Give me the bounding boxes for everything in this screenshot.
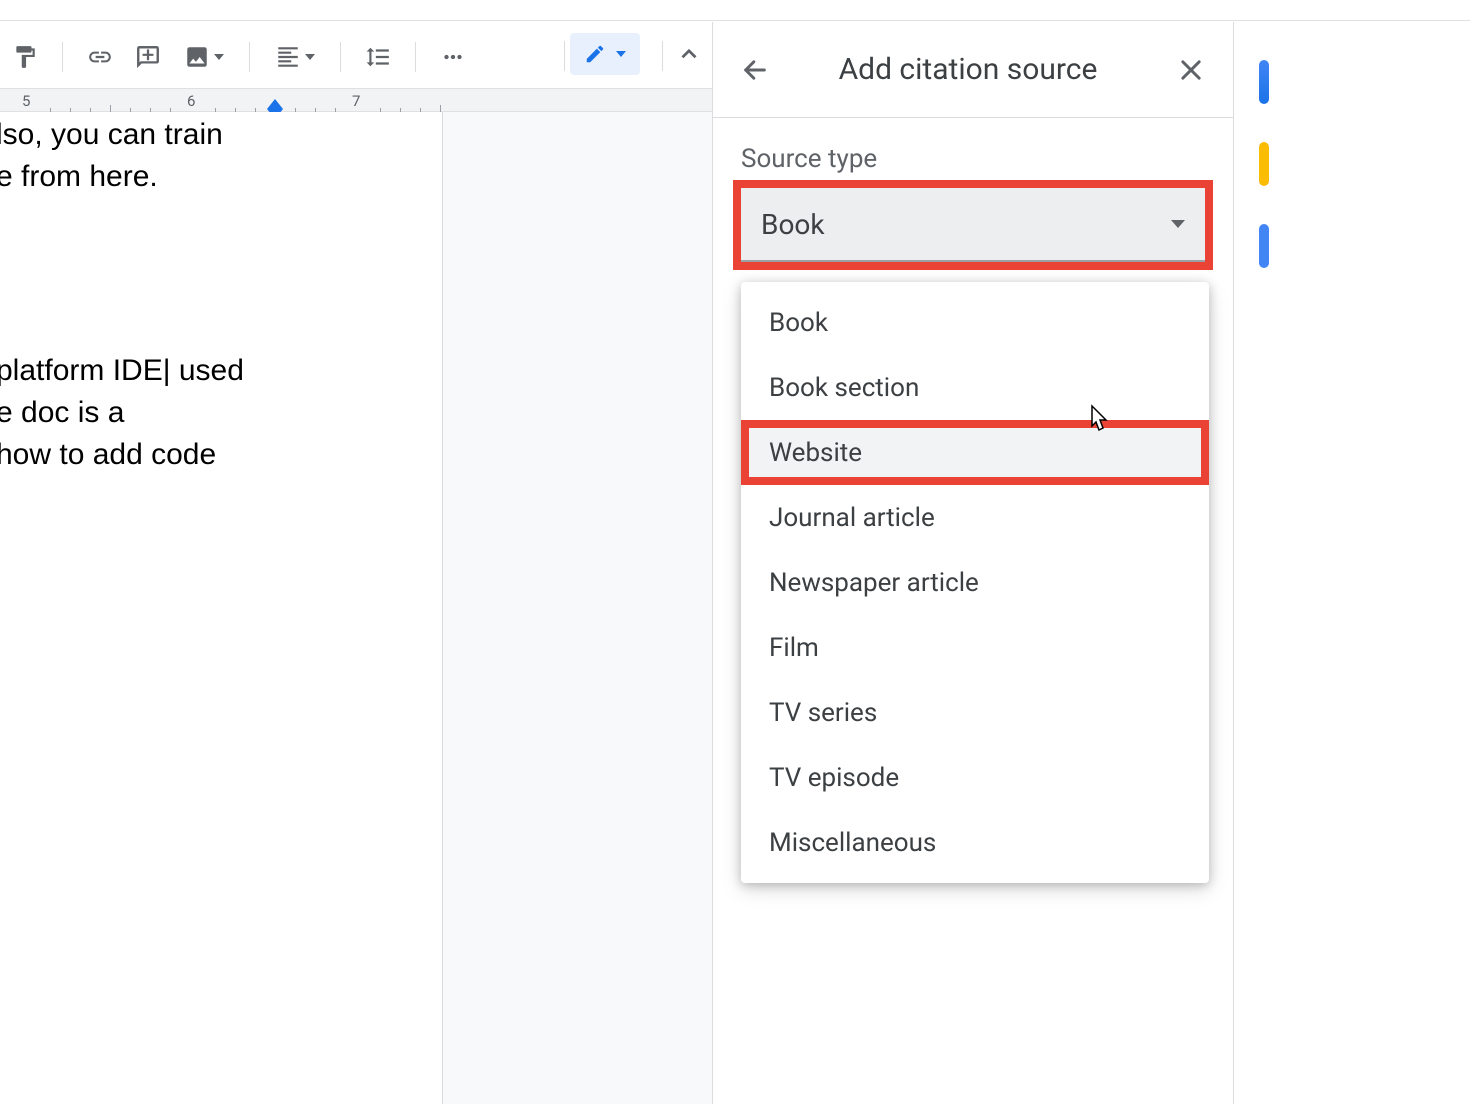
comment-icon bbox=[135, 44, 161, 70]
source-type-option[interactable]: Website bbox=[741, 420, 1209, 485]
tasks-rail-icon[interactable] bbox=[1259, 224, 1269, 268]
toolbar-separator bbox=[564, 41, 565, 71]
line-spacing-button[interactable] bbox=[357, 36, 399, 78]
side-rail bbox=[1234, 22, 1294, 1104]
close-button[interactable] bbox=[1171, 50, 1211, 90]
source-type-option[interactable]: TV episode bbox=[741, 745, 1209, 810]
insert-image-button[interactable] bbox=[175, 36, 233, 78]
editing-mode-button[interactable] bbox=[570, 33, 640, 75]
paint-format-button[interactable] bbox=[4, 36, 46, 78]
document-text: lso, you can train bbox=[0, 114, 223, 156]
document-text: e doc is a bbox=[0, 392, 124, 434]
calendar-rail-icon[interactable] bbox=[1259, 60, 1269, 104]
document-page[interactable]: lso, you can train e from here. platform… bbox=[0, 112, 443, 1104]
source-type-option[interactable]: Book section bbox=[741, 355, 1209, 420]
add-comment-button[interactable] bbox=[127, 36, 169, 78]
chevron-down-icon bbox=[305, 54, 315, 60]
source-type-option[interactable]: Newspaper article bbox=[741, 550, 1209, 615]
ruler-number: 5 bbox=[22, 92, 30, 110]
insert-link-button[interactable] bbox=[79, 36, 121, 78]
source-type-value: Book bbox=[761, 208, 825, 241]
document-text: e from here. bbox=[0, 156, 158, 198]
pencil-icon bbox=[584, 43, 606, 65]
ruler[interactable]: 5 6 7 bbox=[0, 88, 712, 112]
collapse-panel-button[interactable] bbox=[668, 33, 710, 75]
back-button[interactable] bbox=[735, 50, 775, 90]
toolbar-separator bbox=[662, 41, 663, 71]
more-button[interactable] bbox=[432, 36, 474, 78]
toolbar-separator bbox=[415, 42, 416, 72]
source-type-dropdown: BookBook sectionWebsiteJournal articleNe… bbox=[741, 282, 1209, 883]
panel-header: Add citation source bbox=[713, 22, 1233, 118]
align-left-icon bbox=[275, 44, 301, 70]
arrow-left-icon bbox=[741, 56, 769, 84]
panel-body: Source type Book BookBook sectionWebsite… bbox=[713, 118, 1233, 288]
chevron-down-icon bbox=[616, 51, 626, 57]
chevron-down-icon bbox=[214, 54, 224, 60]
paint-format-icon bbox=[12, 44, 38, 70]
close-icon bbox=[1177, 56, 1205, 84]
source-type-option[interactable]: Film bbox=[741, 615, 1209, 680]
image-icon bbox=[184, 44, 210, 70]
source-type-option[interactable]: Book bbox=[741, 290, 1209, 355]
panel-title: Add citation source bbox=[789, 52, 1147, 87]
source-type-option[interactable]: Journal article bbox=[741, 485, 1209, 550]
line-spacing-icon bbox=[365, 44, 391, 70]
source-type-label: Source type bbox=[741, 144, 1205, 174]
toolbar-separator bbox=[62, 42, 63, 72]
toolbar-separator bbox=[340, 42, 341, 72]
align-button[interactable] bbox=[266, 36, 324, 78]
source-type-option[interactable]: TV series bbox=[741, 680, 1209, 745]
top-divider bbox=[0, 20, 1470, 21]
chevron-up-icon bbox=[676, 41, 702, 67]
document-text: how to add code bbox=[0, 434, 216, 476]
chevron-down-icon bbox=[1171, 220, 1185, 228]
toolbar-separator bbox=[249, 42, 250, 72]
source-type-select[interactable]: Book bbox=[741, 188, 1205, 262]
more-horiz-icon bbox=[440, 44, 466, 70]
ruler-number: 7 bbox=[352, 92, 360, 110]
indent-marker[interactable] bbox=[267, 99, 283, 109]
ruler-number: 6 bbox=[187, 92, 195, 110]
document-text: platform IDE| used bbox=[0, 350, 244, 392]
source-type-option[interactable]: Miscellaneous bbox=[741, 810, 1209, 875]
citations-panel: Add citation source Source type Book Boo… bbox=[712, 22, 1234, 1104]
link-icon bbox=[87, 44, 113, 70]
keep-rail-icon[interactable] bbox=[1259, 142, 1269, 186]
